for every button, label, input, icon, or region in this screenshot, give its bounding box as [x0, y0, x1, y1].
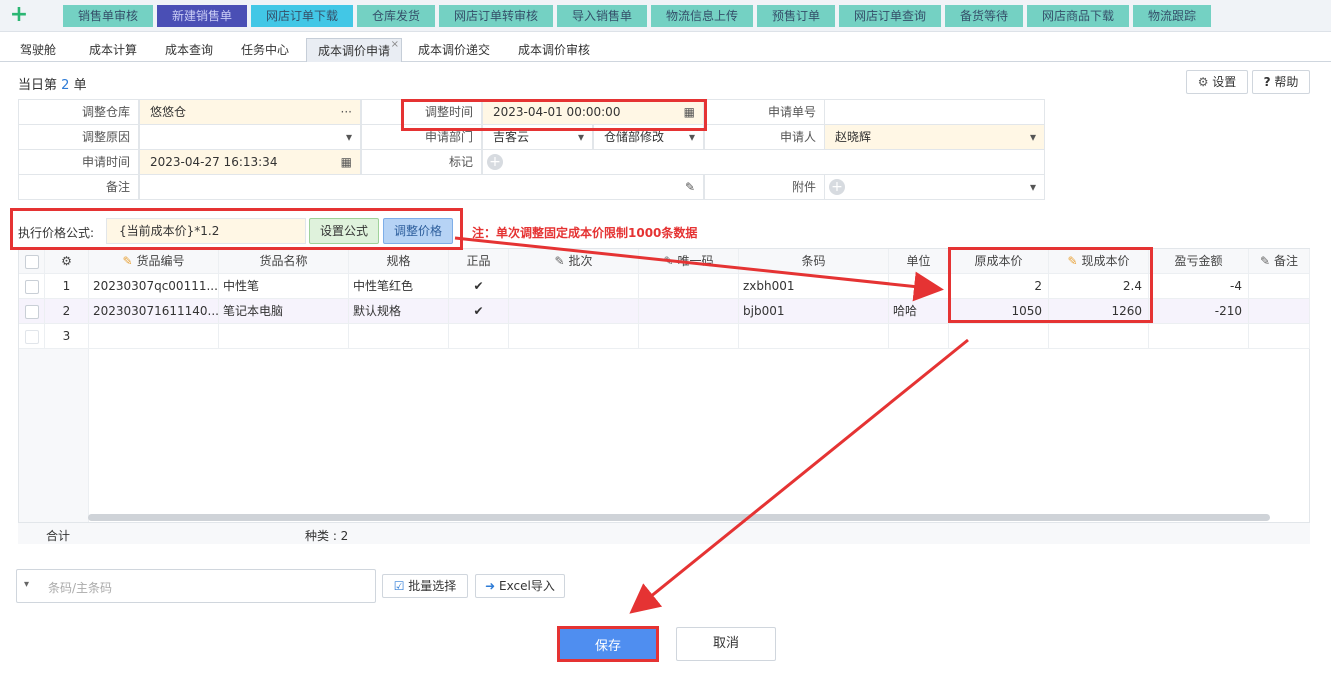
- annotation-arrows: [454, 236, 969, 614]
- arrow-to-save: [629, 338, 969, 614]
- arrow-to-cost: [454, 236, 944, 302]
